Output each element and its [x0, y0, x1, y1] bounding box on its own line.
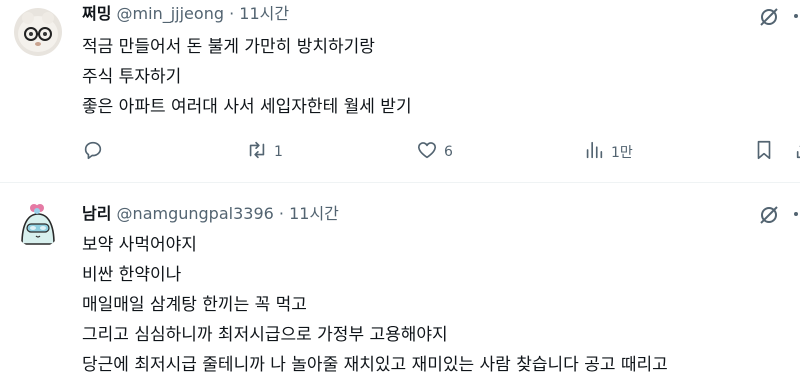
tweet-header: 남리 @namgungpal3396 · 11시간	[82, 204, 339, 224]
more-icon[interactable]	[790, 4, 800, 28]
reply-button[interactable]	[82, 138, 110, 166]
views-count: 1만	[611, 145, 633, 161]
tweet-header: 쩌밍 @min_jjjeong · 11시간	[82, 4, 289, 24]
tweet-text: 보약 사먹어야지 비싼 한약이나 매일매일 삼계탕 한끼는 꼭 먹고 그리고 심…	[82, 230, 668, 380]
tweet[interactable]: 남리 @namgungpal3396 · 11시간 보약 사먹어야지 비싼 한약…	[0, 183, 800, 391]
reply-icon	[82, 139, 104, 165]
avatar[interactable]	[14, 200, 62, 248]
tweet-line: 보약 사먹어야지	[82, 235, 197, 255]
grok-slash-icon[interactable]	[757, 203, 781, 227]
action-bar: 1 6 1만	[82, 138, 800, 166]
tweet-line: 당근에 최저시급 줄테니까 나 놀아줄 재치있고 재미있는 사람 찾습니다 공고…	[82, 355, 668, 375]
repost-button[interactable]: 1	[246, 138, 283, 166]
repost-icon	[246, 139, 268, 165]
tweet-line: 주식 투자하기	[82, 67, 182, 87]
tweet-line: 비싼 한약이나	[82, 265, 182, 285]
bookmark-button[interactable]	[753, 138, 775, 166]
tweet-line: 좋은 아파트 여러대 사서 세입자한테 월세 받기	[82, 97, 412, 117]
tweet-line: 그리고 심심하니까 최저시급으로 가정부 고용해야지	[82, 325, 448, 345]
avatar[interactable]	[14, 8, 62, 56]
tweet-text: 적금 만들어서 돈 불게 가만히 방치하기랑 주식 투자하기 좋은 아파트 여러…	[82, 32, 412, 122]
tweet[interactable]: 쩌밍 @min_jjjeong · 11시간 적금 만들어서 돈 불게 가만히 …	[0, 0, 800, 182]
separator-dot: ·	[278, 204, 284, 223]
timestamp[interactable]: 11시간	[289, 204, 339, 223]
tweet-line: 적금 만들어서 돈 불게 가만히 방치하기랑	[82, 37, 375, 57]
timestamp[interactable]: 11시간	[239, 4, 289, 23]
grok-slash-icon[interactable]	[757, 5, 781, 29]
display-name[interactable]: 쩌밍	[82, 4, 111, 23]
more-icon[interactable]	[790, 202, 800, 226]
bookmark-icon	[753, 139, 775, 165]
repost-count: 1	[274, 144, 283, 160]
user-handle[interactable]: @namgungpal3396	[117, 204, 274, 223]
views-icon	[583, 139, 605, 165]
user-handle[interactable]: @min_jjjeong	[117, 4, 224, 23]
like-button[interactable]: 6	[416, 138, 453, 166]
separator-dot: ·	[229, 4, 235, 23]
display-name[interactable]: 남리	[82, 204, 111, 223]
share-icon	[794, 139, 800, 165]
share-button[interactable]	[794, 138, 800, 166]
like-count: 6	[444, 144, 453, 160]
views-button[interactable]: 1만	[583, 138, 633, 166]
heart-icon	[416, 139, 438, 165]
tweet-line: 매일매일 삼계탕 한끼는 꼭 먹고	[82, 295, 307, 315]
